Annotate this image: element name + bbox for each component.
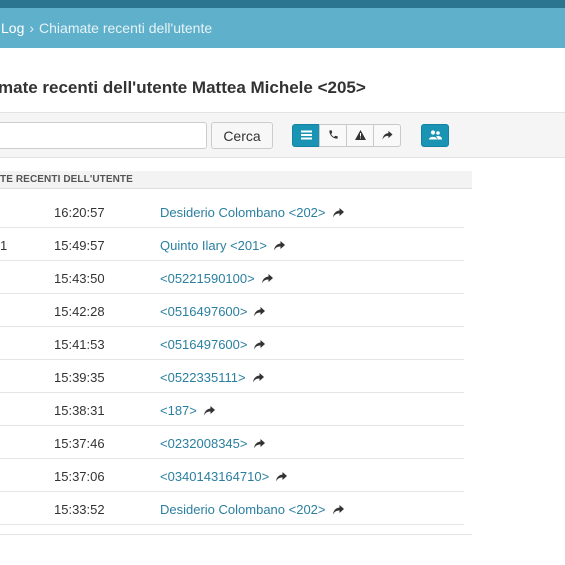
- forward-icon[interactable]: [253, 339, 266, 350]
- forward-icon[interactable]: [332, 504, 345, 515]
- table-row: 15:41:53 <0516497600>: [0, 327, 464, 360]
- caller-name[interactable]: <0516497600>: [160, 304, 247, 319]
- search-input[interactable]: [0, 122, 207, 149]
- forward-icon[interactable]: [253, 438, 266, 449]
- caller-name[interactable]: <187>: [160, 403, 197, 418]
- caller-link[interactable]: <0340143164710>: [160, 469, 288, 484]
- warning-icon: [354, 127, 366, 145]
- caller-name[interactable]: Quinto Ilary <201>: [160, 238, 267, 253]
- table-row: 15:37:06 <0340143164710>: [0, 459, 464, 492]
- page-title: mate recenti dell'utente Mattea Michele …: [0, 78, 366, 97]
- call-time: 15:37:06: [54, 469, 105, 484]
- caller-name[interactable]: <0232008345>: [160, 436, 247, 451]
- forward-icon[interactable]: [261, 273, 274, 284]
- row-first-cell: 1: [0, 238, 8, 253]
- caller-link[interactable]: <0516497600>: [160, 304, 266, 319]
- caller-name[interactable]: <0516497600>: [160, 337, 247, 352]
- table-row: 15:42:28 <0516497600>: [0, 294, 464, 327]
- table-header: TE RECENTI DELL'UTENTE: [0, 171, 472, 189]
- call-time: 15:41:53: [54, 337, 105, 352]
- missed-filter-button[interactable]: [346, 124, 374, 147]
- caller-name[interactable]: <05221590100>: [160, 271, 255, 286]
- table-row: 15:33:52 Desiderio Colombano <202>: [0, 492, 464, 525]
- toolbar: Cerca: [0, 112, 565, 158]
- search-button[interactable]: Cerca: [211, 122, 273, 149]
- breadcrumb: Log › Chiamate recenti dell'utente: [0, 8, 565, 48]
- calls-table: 16:20:57 Desiderio Colombano <202> 1 15:49:…: [0, 195, 464, 525]
- caller-link[interactable]: <0232008345>: [160, 436, 266, 451]
- forward-icon[interactable]: [252, 372, 265, 383]
- users-icon: [428, 127, 442, 145]
- table-row: 15:39:35 <0522335111>: [0, 360, 464, 393]
- table-row: 15:37:46 <0232008345>: [0, 426, 464, 459]
- forward-icon: [382, 127, 393, 145]
- forward-icon[interactable]: [203, 405, 216, 416]
- table-row: 1 15:49:57 Quinto Ilary <201>: [0, 228, 464, 261]
- forward-icon[interactable]: [275, 471, 288, 482]
- forwarded-filter-button[interactable]: [373, 124, 401, 147]
- table-row: 16:20:57 Desiderio Colombano <202>: [0, 195, 464, 228]
- call-time: 15:43:50: [54, 271, 105, 286]
- call-time: 15:38:31: [54, 403, 105, 418]
- caller-name[interactable]: Desiderio Colombano <202>: [160, 502, 326, 517]
- breadcrumb-log-link[interactable]: Log: [1, 20, 24, 36]
- breadcrumb-current: Chiamate recenti dell'utente: [39, 20, 213, 36]
- caller-link[interactable]: <05221590100>: [160, 271, 274, 286]
- caller-link[interactable]: Desiderio Colombano <202>: [160, 502, 345, 517]
- list-icon: [300, 127, 312, 145]
- breadcrumb-separator: ›: [29, 20, 35, 36]
- phone-icon: [328, 127, 339, 145]
- list-view-button[interactable]: [292, 124, 320, 147]
- caller-link[interactable]: Quinto Ilary <201>: [160, 238, 286, 253]
- forward-icon[interactable]: [253, 306, 266, 317]
- forward-icon[interactable]: [332, 207, 345, 218]
- forward-icon[interactable]: [273, 240, 286, 251]
- caller-name[interactable]: <0522335111>: [160, 370, 246, 385]
- table-row: 15:43:50 <05221590100>: [0, 261, 464, 294]
- users-button[interactable]: [421, 124, 449, 147]
- caller-name[interactable]: <0340143164710>: [160, 469, 269, 484]
- calls-filter-button[interactable]: [319, 124, 347, 147]
- call-time: 15:39:35: [54, 370, 105, 385]
- table-footer: [0, 527, 472, 535]
- call-time: 16:20:57: [54, 205, 105, 220]
- call-time: 15:42:28: [54, 304, 105, 319]
- caller-link[interactable]: <187>: [160, 403, 216, 418]
- view-filter-group: [292, 124, 401, 147]
- call-time: 15:49:57: [54, 238, 105, 253]
- call-time: 15:37:46: [54, 436, 105, 451]
- caller-link[interactable]: <0522335111>: [160, 370, 265, 385]
- top-accent-bar: [0, 0, 565, 8]
- table-row: 15:38:31 <187>: [0, 393, 464, 426]
- call-time: 15:33:52: [54, 502, 105, 517]
- caller-link[interactable]: Desiderio Colombano <202>: [160, 205, 345, 220]
- caller-name[interactable]: Desiderio Colombano <202>: [160, 205, 326, 220]
- caller-link[interactable]: <0516497600>: [160, 337, 266, 352]
